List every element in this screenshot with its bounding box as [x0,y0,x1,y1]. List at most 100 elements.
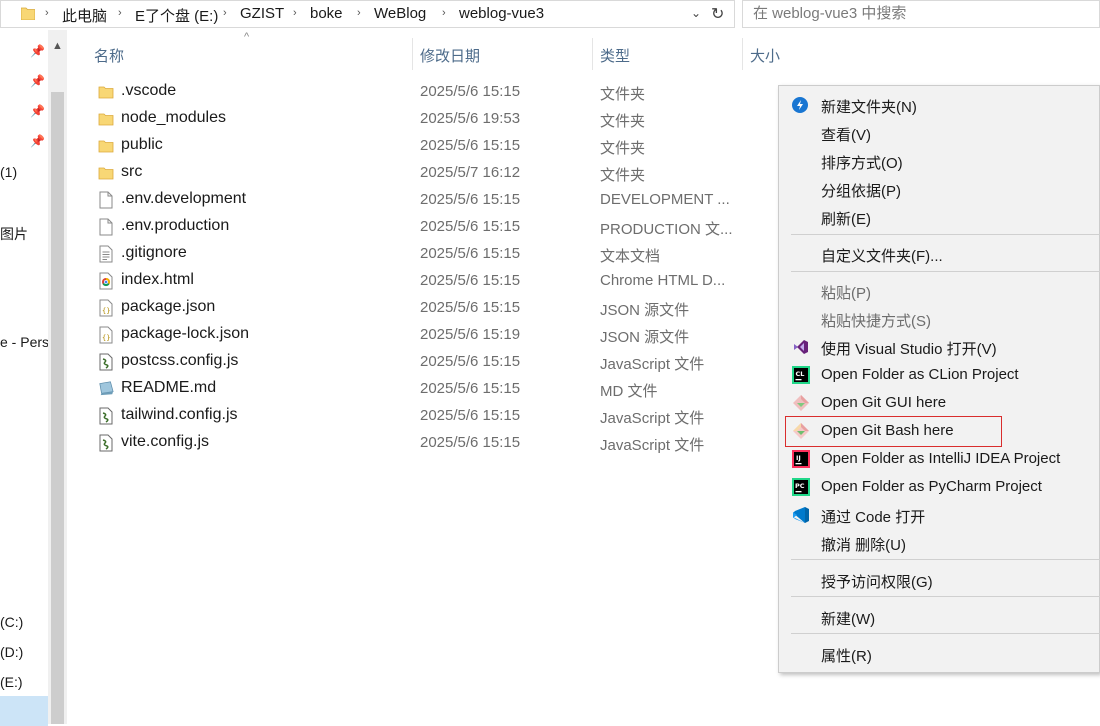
file-row[interactable]: postcss.config.js 2025/5/6 15:15 JavaScrip… [90,348,780,375]
nav-item-onedrive[interactable]: e - Pers [0,334,49,350]
file-date: 2025/5/6 15:15 [420,407,521,424]
pin-icon[interactable]: 📌 [30,74,45,88]
context-menu-item[interactable]: 授予访问权限(G) [779,566,1100,594]
context-menu-label: 撤消 删除(U) [821,537,906,554]
context-menu-item[interactable]: 使用 Visual Studio 打开(V) [779,333,1100,361]
context-menu-item[interactable]: 查看(V) [779,119,1100,147]
file-type: JavaScript 文件 [600,356,705,373]
nav-item-drive-e[interactable]: (E:) [0,674,23,690]
column-header-size[interactable]: 大小 [750,45,780,66]
context-menu-item[interactable]: 粘贴快捷方式(S) [779,305,1100,333]
file-date: 2025/5/6 15:15 [420,299,521,316]
context-menu-item[interactable]: 排序方式(O) [779,147,1100,175]
nav-item-pictures[interactable]: 图片 [0,224,28,244]
column-divider[interactable] [412,38,413,70]
file-row[interactable]: tailwind.config.js 2025/5/6 15:15 JavaScri… [90,402,780,429]
file-row[interactable]: index.html 2025/5/6 15:15 Chrome HTML D... [90,267,780,294]
search-box[interactable] [742,0,1100,28]
chevron-right-icon: › [357,7,361,19]
context-menu-label: 粘贴(P) [821,285,871,302]
pin-icon[interactable]: 📌 [30,44,45,58]
context-menu-item[interactable]: Open Git GUI here [779,389,1100,417]
nav-item-drive-c[interactable]: (C:) [0,614,23,630]
vscode-icon [791,506,811,524]
file-row[interactable]: .env.production 2025/5/6 15:15 PRODUCTION … [90,213,780,240]
file-row[interactable]: .gitignore 2025/5/6 15:15 文本文档 [90,240,780,267]
breadcrumb-gzist[interactable]: GZIST [240,5,284,22]
context-menu-item[interactable]: 新建文件夹(N) [779,91,1100,119]
context-menu-item[interactable]: IJ Open Folder as IntelliJ IDEA Project [779,445,1100,473]
file-type: JSON 源文件 [600,302,690,319]
context-menu-item[interactable]: 通过 Code 打开 [779,501,1100,529]
file-date: 2025/5/6 19:53 [420,110,521,127]
file-row[interactable]: {} package-lock.json 2025/5/6 15:19 JSON 源文… [90,321,780,348]
folder-icon [98,164,114,182]
file-name: README.md [121,379,217,396]
breadcrumb-drive-e[interactable]: E了个盘 (E:) [135,5,218,26]
context-menu-label: 分组依据(P) [821,183,901,200]
menu-separator [791,596,1100,597]
chevron-right-icon: › [118,7,122,19]
file-name: .vscode [121,82,177,99]
column-divider[interactable] [742,38,743,70]
context-menu-item[interactable]: 撤消 删除(U) [779,529,1100,557]
file-date: 2025/5/7 16:12 [420,164,521,181]
pin-icon[interactable]: 📌 [30,134,45,148]
breadcrumb-this-pc[interactable]: 此电脑 [62,5,107,26]
column-header-modified[interactable]: 修改日期 [420,45,480,66]
context-menu-label: 授予访问权限(G) [821,574,933,591]
column-divider[interactable] [592,38,593,70]
file-type: JavaScript 文件 [600,437,705,454]
svg-text:{}: {} [102,334,110,342]
breadcrumb-boke[interactable]: boke [310,5,343,22]
context-menu-item[interactable]: CL Open Folder as CLion Project [779,361,1100,389]
breadcrumb-weblog-vue3[interactable]: weblog-vue3 [459,5,544,22]
file-row[interactable]: public 2025/5/6 15:15 文件夹 [90,132,780,159]
nav-item[interactable]: (1) [0,164,17,180]
address-bar[interactable]: › 此电脑 › E了个盘 (E:) › GZIST › boke › WeBlo… [0,0,735,28]
nav-item-drive-d[interactable]: (D:) [0,644,23,660]
context-menu-item[interactable]: 粘贴(P) [779,277,1100,305]
file-name: public [121,136,163,153]
file-type: 文本文档 [600,248,661,265]
context-menu-item[interactable]: 属性(R) [779,640,1100,668]
context-menu-item[interactable]: 刷新(E) [779,203,1100,231]
text-file-icon [98,245,114,263]
context-menu-item[interactable]: 分组依据(P) [779,175,1100,203]
file-row[interactable]: node_modules 2025/5/6 19:53 文件夹 [90,105,780,132]
file-date: 2025/5/6 15:15 [420,272,521,289]
file-row[interactable]: .env.development 2025/5/6 15:15 DEVELOPMEN… [90,186,780,213]
folder-icon [98,83,114,101]
file-row[interactable]: {} package.json 2025/5/6 15:15 JSON 源文件 [90,294,780,321]
file-row[interactable]: README.md 2025/5/6 15:15 MD 文件 [90,375,780,402]
json-file-icon: {} [98,326,114,344]
context-menu: 新建文件夹(N) 查看(V) 排序方式(O) 分组依据(P) 刷新(E) 自定义文件夹(F… [778,85,1100,673]
context-menu-item[interactable]: PC Open Folder as PyCharm Project [779,473,1100,501]
refresh-icon[interactable]: ↻ [711,4,724,24]
context-menu-item[interactable]: 新建(W) [779,603,1100,631]
blank-file-icon [98,191,114,209]
new-folder-icon [791,96,811,114]
search-input[interactable] [751,4,1075,23]
chevron-right-icon: › [293,7,297,19]
visual-studio-icon [791,338,811,356]
file-row[interactable]: vite.config.js 2025/5/6 15:15 JavaScript 文… [90,429,780,456]
pin-icon[interactable]: 📌 [30,104,45,118]
chevron-down-icon[interactable]: ⌄ [691,6,701,20]
chevron-right-icon: › [442,7,446,19]
svg-text:{}: {} [102,307,110,315]
column-header-type[interactable]: 类型 [600,45,630,66]
svg-text:IJ: IJ [796,454,801,462]
breadcrumb-weblog[interactable]: WeBlog [374,5,426,22]
file-name: postcss.config.js [121,352,239,369]
file-row[interactable]: .vscode 2025/5/6 15:15 文件夹 [90,78,780,105]
file-row[interactable]: src 2025/5/7 16:12 文件夹 [90,159,780,186]
file-name: index.html [121,271,194,288]
scrollbar-thumb[interactable] [51,92,64,724]
context-menu-item[interactable]: 自定义文件夹(F)... [779,240,1100,268]
chevron-up-icon[interactable]: ▲ [52,40,63,52]
column-header-name[interactable]: 名称 [94,45,124,66]
file-type: JSON 源文件 [600,329,690,346]
file-type: 文件夹 [600,113,646,130]
nav-scrollbar[interactable]: ▲ [48,30,67,724]
